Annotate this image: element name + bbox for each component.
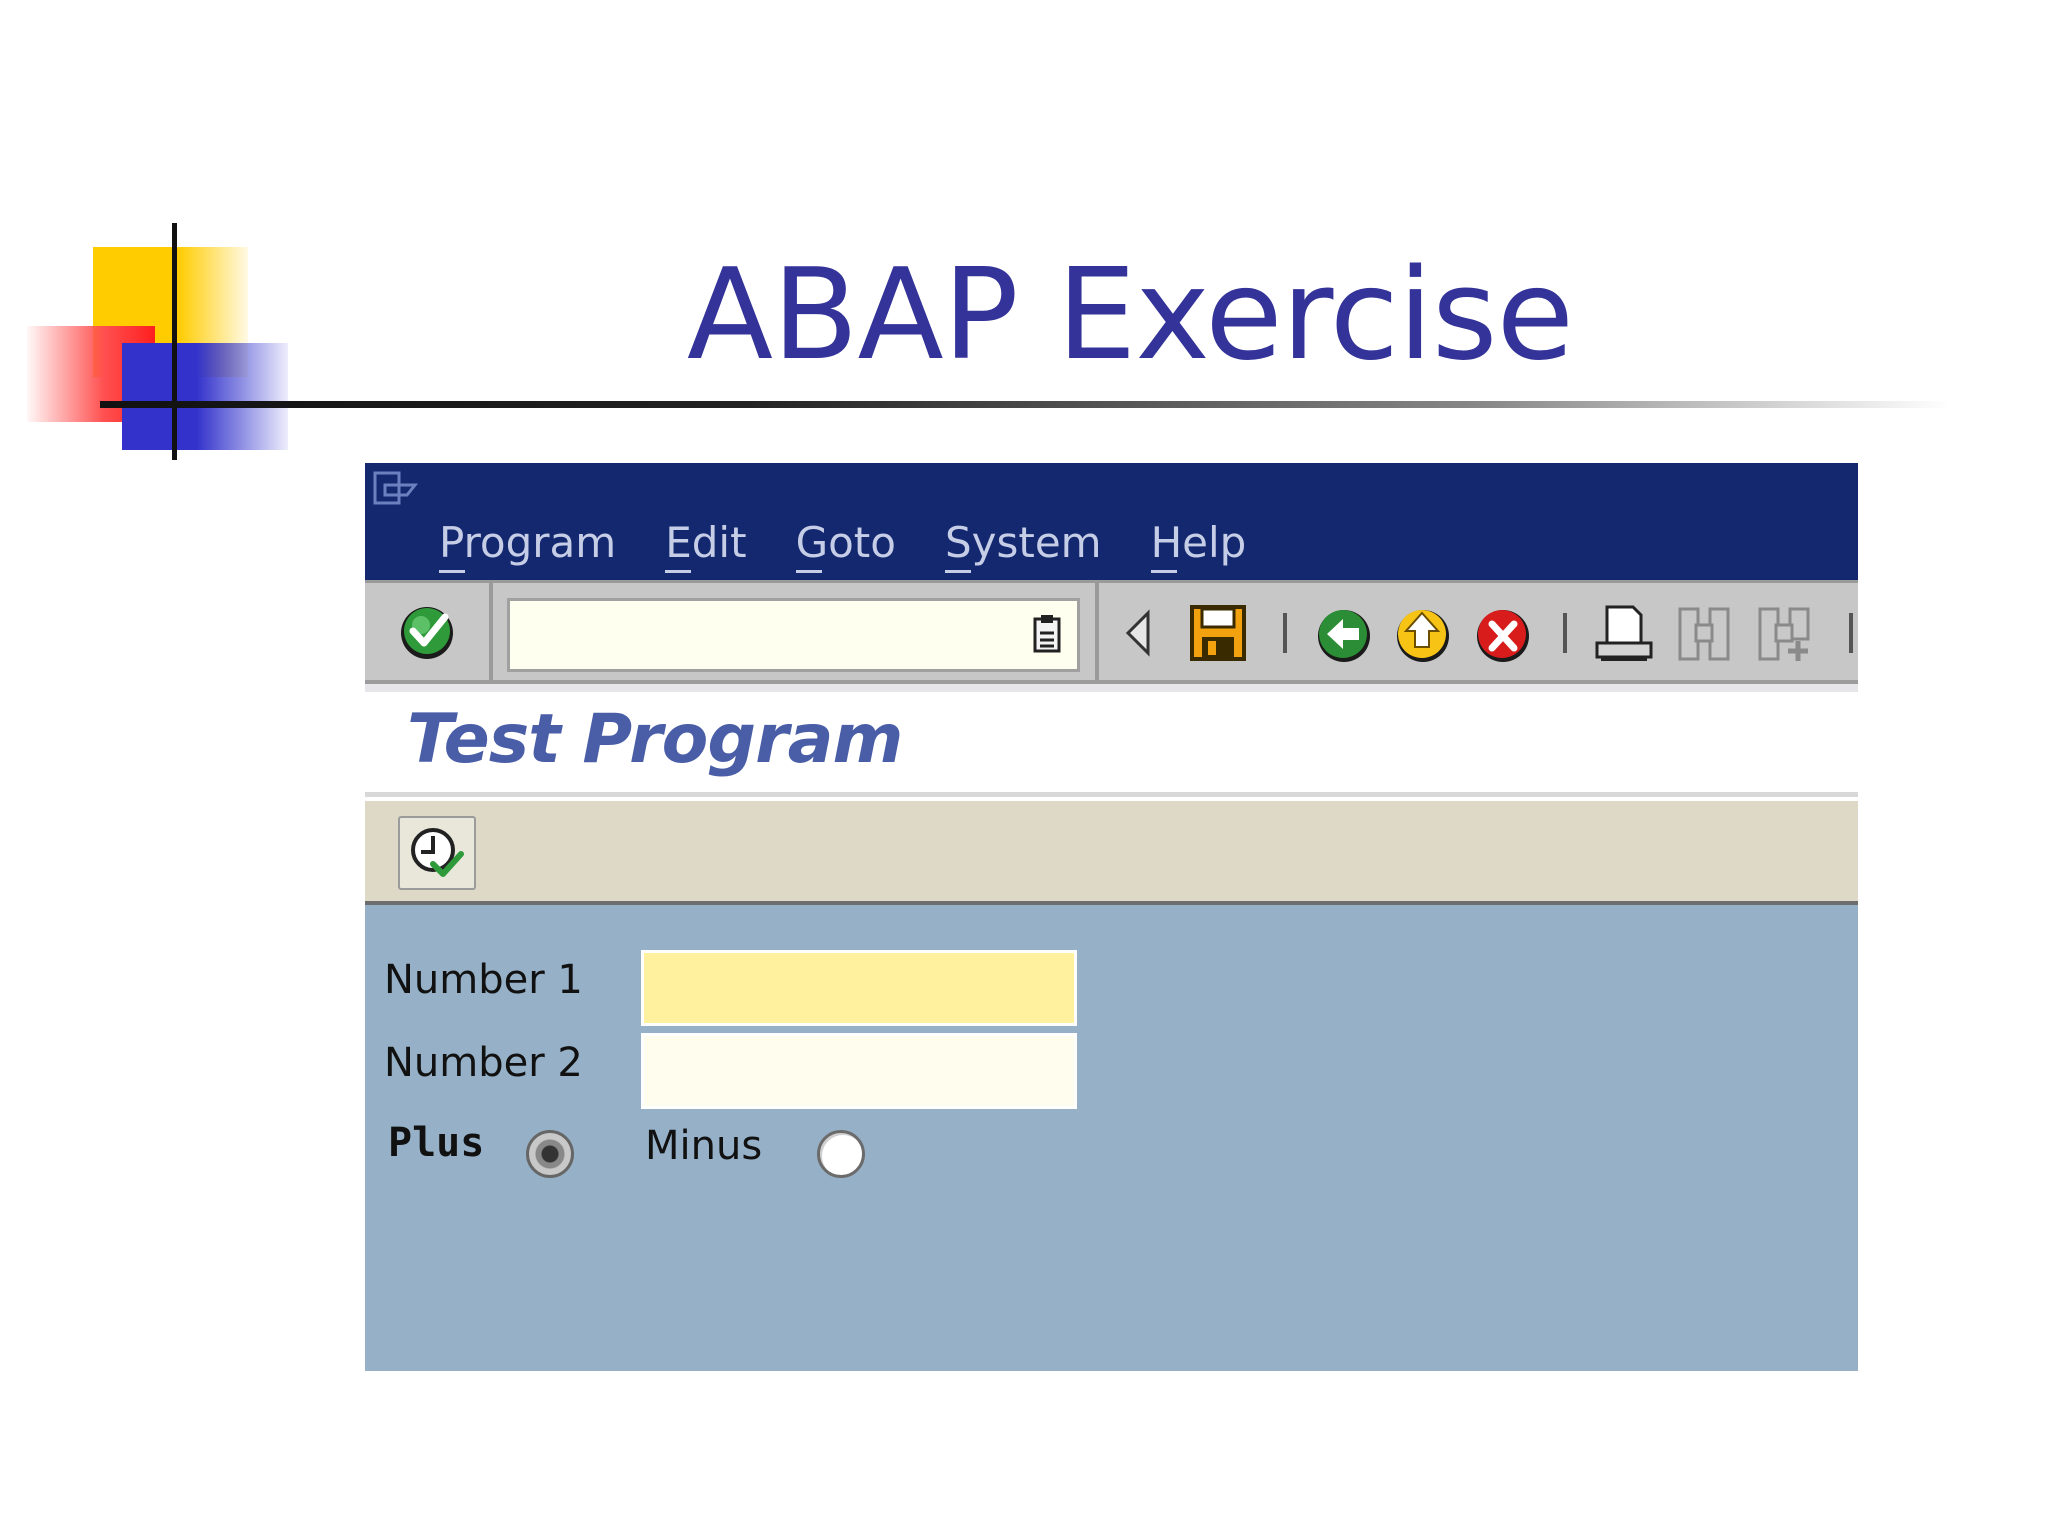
plus-radio[interactable] [526,1130,574,1178]
standard-toolbar [365,580,1858,684]
menu-program[interactable]: Program [439,515,616,573]
back-triangle-icon[interactable] [1120,605,1156,667]
toolbar-shadow [365,684,1858,692]
number2-label: Number 2 [384,1040,583,1086]
execute-icon [411,828,464,877]
command-history-icon[interactable] [1027,613,1067,657]
execute-button[interactable] [398,816,476,890]
number2-field[interactable] [641,1033,1077,1109]
application-toolbar [365,801,1858,905]
find-icon[interactable] [1674,603,1736,665]
menu-system[interactable]: System [944,515,1102,573]
sap-title-bar: Program Edit Goto System Help [365,463,1858,580]
window-menu-icon[interactable] [371,469,425,513]
program-title-bar: Test Program [365,692,1858,797]
menu-help[interactable]: Help [1150,515,1246,573]
plus-label: Plus [388,1120,485,1166]
deco-vertical-line [172,223,177,460]
print-icon[interactable] [1593,603,1655,665]
minus-label: Minus [645,1123,763,1169]
menu-bar: Program Edit Goto System Help [439,515,1295,573]
exit-icon[interactable] [1392,603,1454,665]
number1-field[interactable] [641,950,1077,1026]
toolbar-separator [489,583,493,680]
deco-blue-square [122,343,288,450]
menu-goto[interactable]: Goto [795,515,896,573]
command-field[interactable] [507,598,1080,672]
enter-icon[interactable] [397,601,459,663]
minus-radio[interactable] [817,1130,865,1178]
toolbar-separator [1283,613,1287,653]
program-title: Test Program [407,700,903,779]
selection-screen: Number 1 Number 2 Plus Minus [365,905,1858,1371]
toolbar-separator [1849,613,1853,653]
toolbar-separator [1563,613,1567,653]
command-input[interactable] [516,609,1010,665]
save-icon[interactable] [1188,603,1250,665]
toolbar-separator [1095,583,1099,680]
sap-window: Program Edit Goto System Help Test Progr… [365,463,1858,1371]
slide-title: ABAP Exercise [686,241,1574,388]
number1-label: Number 1 [384,957,583,1003]
cancel-icon[interactable] [1472,603,1534,665]
find-next-icon[interactable] [1754,603,1816,665]
menu-edit[interactable]: Edit [665,515,747,573]
back-icon[interactable] [1313,603,1375,665]
deco-horizontal-line [100,401,1950,408]
